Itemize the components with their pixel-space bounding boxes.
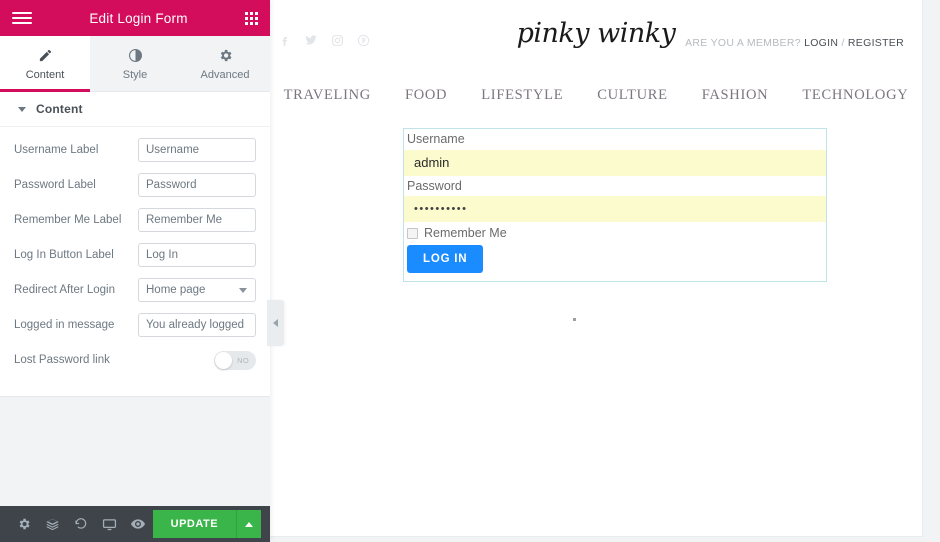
eye-preview-icon[interactable] <box>124 506 153 542</box>
history-revert-icon[interactable] <box>67 506 96 542</box>
toggle-state-label: NO <box>237 355 249 365</box>
content-fields: Username Label Password Label Remember M… <box>0 127 270 396</box>
page-dot-artifact <box>573 318 576 322</box>
field-label: Lost Password link <box>14 353 110 366</box>
panel-footer: UPDATE <box>0 506 270 542</box>
tab-advanced[interactable]: Advanced <box>180 36 270 91</box>
username-label-input[interactable] <box>138 138 256 162</box>
panel-header: Edit Login Form <box>0 0 270 36</box>
field-label: Redirect After Login <box>14 283 116 296</box>
tab-content-label: Content <box>25 68 65 81</box>
field-username-label: Username Label <box>14 137 256 163</box>
panel-collapse-handle[interactable] <box>267 300 284 346</box>
tab-style-label: Style <box>122 68 148 81</box>
field-label: Password Label <box>14 178 96 191</box>
site-header: pinky winky ARE YOU A MEMBER? LOGIN / RE… <box>270 0 922 78</box>
toggle-knob <box>215 351 232 369</box>
register-link[interactable]: REGISTER <box>848 37 904 49</box>
responsive-monitor-icon[interactable] <box>96 506 125 542</box>
panel-tabs: Content Style Advanced <box>0 36 270 92</box>
chevron-down-icon <box>18 106 26 112</box>
remember-me-label-input[interactable] <box>138 208 256 232</box>
remember-me-label: Remember Me <box>424 226 507 241</box>
password-label: Password <box>407 178 462 193</box>
nav-item-culture[interactable]: CULTURE <box>597 87 667 104</box>
member-links: ARE YOU A MEMBER? LOGIN / REGISTER <box>685 37 904 49</box>
field-remember-me-label: Remember Me Label <box>14 207 256 233</box>
chevron-down-icon <box>239 288 247 293</box>
editor-root: Edit Login Form Content Style Advanced C… <box>0 0 940 542</box>
field-redirect-after-login: Redirect After Login Home page <box>14 277 256 303</box>
preview-canvas: pinky winky ARE YOU A MEMBER? LOGIN / RE… <box>270 0 940 542</box>
panel-content-scroll[interactable]: Content Username Label Password Label <box>0 92 270 506</box>
pencil-icon <box>38 47 53 64</box>
field-label: Log In Button Label <box>14 248 114 261</box>
login-link[interactable]: LOGIN <box>804 37 838 49</box>
content-section: Content Username Label Password Label <box>0 92 270 397</box>
remember-me-row: Remember Me <box>404 222 826 242</box>
tab-advanced-label: Advanced <box>200 68 250 81</box>
hamburger-menu-icon[interactable] <box>12 12 32 24</box>
logged-in-message-input[interactable] <box>138 313 256 337</box>
field-label: Remember Me Label <box>14 213 122 226</box>
field-logged-in-message: Logged in message <box>14 312 256 338</box>
nav-item-fashion[interactable]: FASHION <box>702 87 769 104</box>
redirect-after-login-select[interactable]: Home page <box>138 278 256 302</box>
update-button[interactable]: UPDATE <box>152 510 237 538</box>
settings-gear-icon[interactable] <box>10 506 39 542</box>
username-input[interactable]: admin <box>404 149 826 176</box>
update-button-group: UPDATE <box>152 510 262 538</box>
nav-item-traveling[interactable]: TRAVELING <box>284 87 371 104</box>
layers-icon[interactable] <box>39 506 68 542</box>
nav-item-technology[interactable]: TECHNOLOGY <box>802 87 908 104</box>
member-separator: / <box>841 37 845 49</box>
remember-me-checkbox[interactable] <box>407 227 418 239</box>
tab-content[interactable]: Content <box>0 36 90 92</box>
field-label: Logged in message <box>14 318 115 331</box>
username-label: Username <box>407 132 465 146</box>
panel-title: Edit Login Form <box>89 10 188 26</box>
login-button-row: LOG IN <box>404 242 826 281</box>
gear-icon <box>218 47 233 64</box>
password-label-input[interactable] <box>138 173 256 197</box>
member-prompt: ARE YOU A MEMBER? <box>685 37 801 49</box>
field-lost-password-link: Lost Password link NO <box>14 347 256 373</box>
content-section-title: Content <box>36 102 83 116</box>
nav-item-lifestyle[interactable]: LIFESTYLE <box>481 87 563 104</box>
preview-page: pinky winky ARE YOU A MEMBER? LOGIN / RE… <box>270 0 923 537</box>
login-form-widget: Username admin Password •••••••••• Remem… <box>270 128 922 322</box>
chevron-left-icon <box>273 319 278 327</box>
half-circle-icon <box>128 47 143 64</box>
login-button-label-input[interactable] <box>138 243 256 267</box>
tab-style[interactable]: Style <box>90 36 180 91</box>
log-in-button[interactable]: LOG IN <box>407 245 484 274</box>
field-password-label: Password Label <box>14 172 256 198</box>
update-options-chevron-up-icon[interactable] <box>236 510 262 538</box>
site-nav: TRAVELING FOOD LIFESTYLE CULTURE FASHION… <box>270 78 922 112</box>
content-section-header[interactable]: Content <box>0 92 270 127</box>
lost-password-toggle[interactable]: NO <box>214 350 256 370</box>
login-form: Username admin Password •••••••••• Remem… <box>403 128 827 283</box>
password-input[interactable]: •••••••••• <box>404 196 826 223</box>
grid-apps-icon[interactable] <box>245 11 258 25</box>
redirect-selected-value: Home page <box>146 284 206 296</box>
nav-item-food[interactable]: FOOD <box>405 87 447 104</box>
field-label: Username Label <box>14 143 99 156</box>
field-login-button-label: Log In Button Label <box>14 242 256 268</box>
elementor-panel: Edit Login Form Content Style Advanced C… <box>0 0 270 542</box>
